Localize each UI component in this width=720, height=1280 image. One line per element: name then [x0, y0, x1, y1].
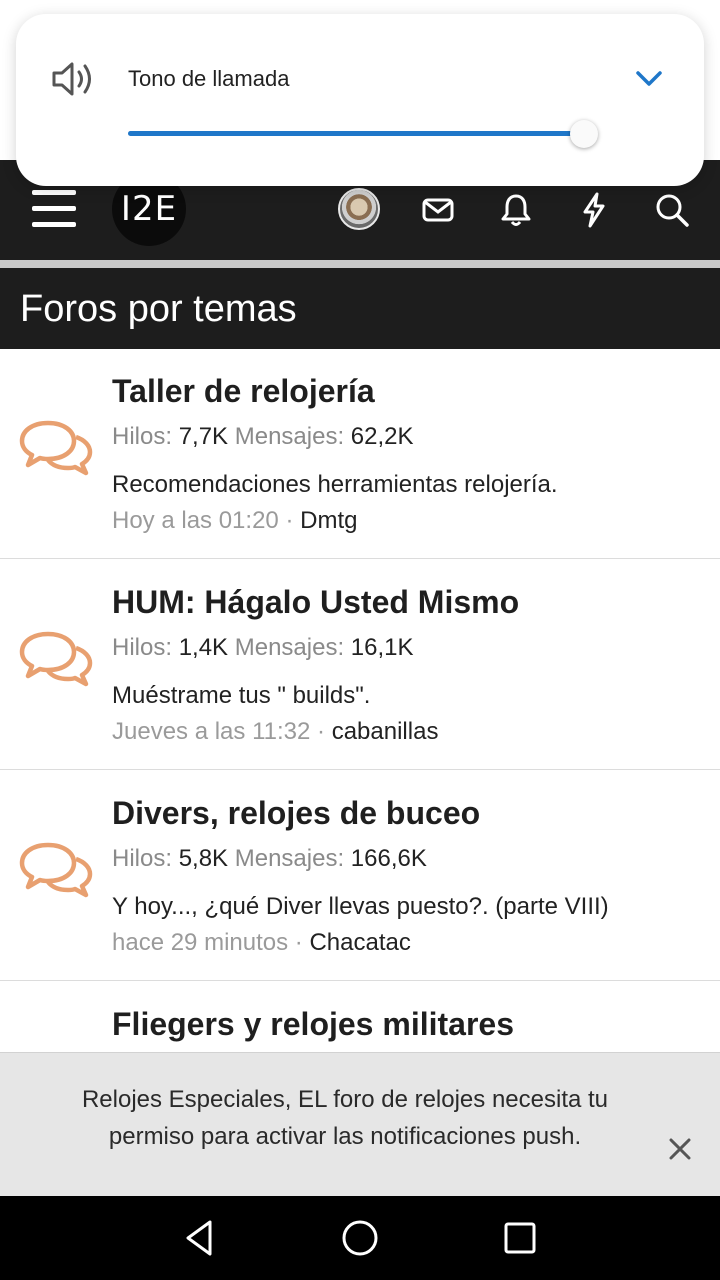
forum-item[interactable]: HUM: Hágalo Usted Mismo Hilos: 1,4K Mens… — [0, 560, 720, 770]
recents-icon[interactable] — [496, 1214, 544, 1262]
forum-title[interactable]: Fliegers y relojes militares — [112, 1006, 514, 1043]
forum-title[interactable]: Taller de relojería — [112, 373, 375, 410]
chat-bubbles-icon — [18, 417, 94, 479]
forum-stats: Hilos: 5,8K Mensajes: 166,6K — [112, 845, 427, 872]
last-thread-link[interactable]: Muéstrame tus " builds". — [112, 682, 370, 710]
logo-text: I2E — [120, 189, 178, 229]
close-icon[interactable] — [664, 1133, 696, 1165]
slider-thumb[interactable] — [569, 120, 598, 148]
volume-stream-label: Tono de llamada — [128, 66, 290, 91]
push-message: Relojes Especiales, EL foro de relojes n… — [81, 1086, 609, 1150]
mail-icon[interactable] — [418, 190, 458, 230]
search-icon[interactable] — [652, 190, 692, 230]
last-post-meta: Jueves a las 11:32 · cabanillas — [112, 718, 439, 745]
bell-icon[interactable] — [496, 190, 536, 230]
last-thread-link[interactable]: Recomendaciones herramientas relojería. — [112, 471, 558, 499]
speaker-icon[interactable] — [50, 58, 96, 100]
bolt-icon[interactable] — [574, 190, 614, 230]
volume-panel[interactable]: Tono de llamada — [16, 14, 704, 186]
navigation-bar — [0, 1196, 720, 1280]
menu-icon[interactable] — [32, 190, 76, 228]
last-user-link[interactable]: cabanillas — [332, 718, 439, 745]
back-icon[interactable] — [176, 1214, 224, 1262]
chat-bubbles-icon — [18, 839, 94, 901]
slider-fill — [128, 131, 584, 136]
section-title: Foros por temas — [20, 288, 297, 330]
last-post-meta: Hoy a las 01:20 · Dmtg — [112, 507, 358, 534]
forum-title[interactable]: Divers, relojes de buceo — [112, 795, 480, 832]
avatar[interactable] — [338, 188, 380, 230]
chevron-down-icon[interactable] — [634, 66, 664, 90]
forum-stats: Hilos: 7,7K Mensajes: 62,2K — [112, 423, 414, 450]
forum-item[interactable]: Taller de relojería Hilos: 7,7K Mensajes… — [0, 349, 720, 559]
last-user-link[interactable]: Dmtg — [300, 507, 357, 534]
push-permission-banner[interactable]: Relojes Especiales, EL foro de relojes n… — [0, 1052, 720, 1196]
header-divider — [0, 260, 720, 268]
home-icon[interactable] — [336, 1214, 384, 1262]
forum-title[interactable]: HUM: Hágalo Usted Mismo — [112, 584, 519, 621]
volume-slider[interactable] — [128, 120, 598, 148]
last-user-link[interactable]: Chacatac — [309, 929, 410, 956]
chat-bubbles-icon — [18, 628, 94, 690]
section-header: Foros por temas — [0, 268, 720, 349]
last-thread-link[interactable]: Y hoy..., ¿qué Diver llevas puesto?. (pa… — [112, 893, 609, 921]
last-post-meta: hace 29 minutos · Chacatac — [112, 929, 411, 956]
forum-stats: Hilos: 1,4K Mensajes: 16,1K — [112, 634, 414, 661]
forum-item[interactable]: Divers, relojes de buceo Hilos: 5,8K Men… — [0, 771, 720, 981]
